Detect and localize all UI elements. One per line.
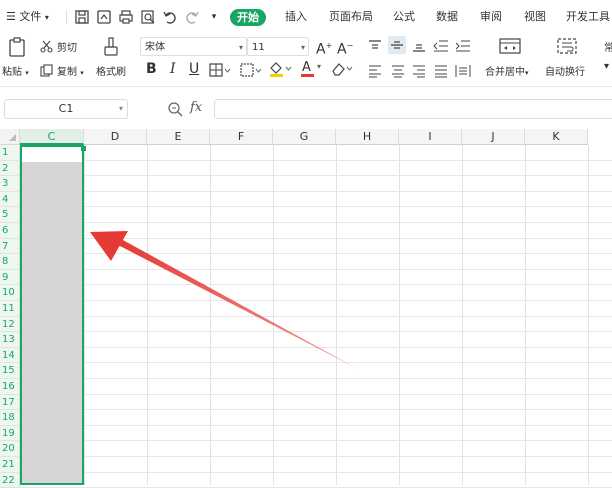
export-pdf-icon[interactable] — [96, 9, 112, 25]
chevron-down-icon: ▾ — [300, 43, 305, 52]
align-middle-icon[interactable] — [388, 36, 406, 54]
chevron-down-icon: ▾ — [80, 69, 84, 77]
format-painter-button[interactable]: 格式刷 — [96, 63, 126, 78]
tab-data[interactable]: 数据 — [436, 0, 458, 34]
font-name-value: 宋体 — [145, 42, 165, 53]
increase-font-button[interactable]: A+ — [316, 38, 332, 58]
divider — [66, 10, 67, 24]
arrow-shaft — [118, 239, 358, 369]
redo-icon[interactable] — [184, 9, 200, 25]
copy-icon[interactable] — [40, 62, 53, 77]
merge-center-icon[interactable] — [499, 38, 521, 54]
merge-center-label: 合并居中 — [485, 67, 525, 78]
tab-developer[interactable]: 开发工具 — [566, 0, 610, 34]
paste-button[interactable]: 粘贴 ▾ — [2, 63, 29, 78]
font-size-value: 11 — [252, 42, 265, 53]
decrease-font-button[interactable]: A− — [337, 38, 353, 58]
font-color-button[interactable]: A ▾ — [300, 60, 326, 77]
cut-button[interactable]: 剪切 — [57, 39, 77, 54]
number-format-overflow[interactable]: 常 — [604, 39, 612, 54]
align-left-icon[interactable] — [368, 63, 382, 78]
underline-button[interactable]: U — [189, 61, 199, 77]
name-box[interactable]: C1 ▾ — [4, 99, 128, 119]
hamburger-icon: ☰ — [6, 10, 16, 23]
chevron-down-icon: ▾ — [44, 13, 49, 22]
wrap-text-icon[interactable] — [557, 38, 577, 54]
chevron-down-icon: ▾ — [25, 69, 29, 77]
chevron-down-icon: ▾ — [238, 43, 243, 52]
font-size-select[interactable]: 11 ▾ — [247, 37, 309, 56]
formula-bar: C1 ▾ fx — [0, 97, 612, 123]
spreadsheet-grid[interactable]: CDEFGHIJK 1 2 3 4 5 6 7 8 9 10 11 12 13 14 15 16 17 18 19 2… — [0, 129, 612, 488]
grow-glyph: A — [316, 41, 326, 58]
tab-home[interactable]: 开始 — [230, 9, 266, 26]
undo-icon[interactable] — [162, 9, 178, 25]
font-color-swatch — [301, 74, 314, 77]
align-center-icon[interactable] — [391, 63, 405, 78]
chevron-down-icon: ▾ — [118, 104, 123, 113]
decrease-indent-icon[interactable] — [433, 38, 449, 52]
copy-label: 复制 — [57, 67, 77, 78]
chevron-down-icon: ▾ — [317, 62, 322, 71]
tab-insert[interactable]: 插入 — [285, 0, 307, 34]
customize-chevron-icon[interactable]: ▾ — [206, 9, 222, 25]
increase-indent-icon[interactable] — [455, 38, 471, 52]
distributed-align-icon[interactable] — [455, 63, 471, 77]
align-bottom-icon[interactable] — [412, 38, 426, 52]
align-top-icon[interactable] — [368, 38, 382, 52]
format-painter-icon[interactable] — [103, 37, 119, 57]
tab-formulas[interactable]: 公式 — [393, 0, 415, 34]
chevron-down-icon: ▾ — [525, 69, 529, 77]
tab-view[interactable]: 视图 — [524, 0, 546, 34]
cell-style-icon[interactable] — [240, 62, 264, 77]
font-name-select[interactable]: 宋体 ▾ — [140, 37, 247, 56]
fx-icon[interactable]: fx — [190, 100, 202, 115]
tab-page-layout[interactable]: 页面布局 — [329, 0, 373, 34]
borders-icon[interactable] — [209, 62, 231, 77]
shrink-glyph: A — [337, 41, 347, 58]
formula-input[interactable] — [214, 99, 612, 119]
eraser-icon[interactable] — [330, 61, 356, 77]
name-box-value: C1 — [58, 102, 74, 115]
copy-button[interactable]: 复制 ▾ — [57, 63, 84, 78]
annotation-arrow — [90, 231, 358, 369]
scissors-icon[interactable] — [40, 38, 53, 53]
tab-review[interactable]: 审阅 — [480, 0, 502, 34]
file-menu-label: 文件 — [19, 10, 42, 23]
paste-icon[interactable] — [8, 37, 26, 57]
chevron-down-icon[interactable]: ▾ — [604, 61, 609, 72]
print-icon[interactable] — [118, 9, 134, 25]
ribbon-toolbar: 粘贴 ▾ 剪切 复制 ▾ 格式刷 宋体 ▾ 11 ▾ A+ A− B I U A… — [0, 34, 612, 84]
align-right-icon[interactable] — [412, 63, 426, 78]
justify-icon[interactable] — [434, 63, 448, 78]
print-preview-icon[interactable] — [140, 9, 156, 25]
fill-color-icon[interactable] — [268, 61, 294, 77]
font-color-glyph: A — [302, 60, 311, 75]
wrap-text-button[interactable]: 自动换行 — [545, 63, 585, 78]
zoom-search-icon[interactable] — [167, 101, 183, 117]
save-icon[interactable] — [74, 9, 90, 25]
bold-button[interactable]: B — [146, 61, 157, 77]
file-menu[interactable]: ☰ 文件 ▾ — [6, 0, 49, 34]
merge-center-button[interactable]: 合并居中▾ — [485, 63, 529, 78]
ribbon-divider — [0, 86, 612, 87]
paste-label: 粘贴 — [2, 67, 22, 78]
italic-button[interactable]: I — [170, 61, 176, 77]
menu-bar: ☰ 文件 ▾ ▾ 开始 插入 页面布局 公式 数据 审阅 视图 开发工具 — [0, 0, 612, 34]
